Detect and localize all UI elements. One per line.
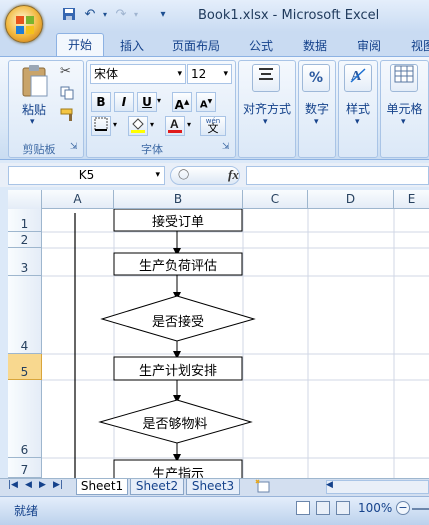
cut-icon[interactable]: ✂ [60, 64, 71, 79]
font-color-icon: A [168, 117, 182, 133]
flow-step-1-label: 接受订单 [151, 215, 204, 230]
zoom-slider[interactable] [412, 508, 429, 510]
customize-toolbar-icon[interactable]: ▾ [155, 7, 171, 23]
bold-button[interactable]: B [91, 92, 111, 112]
italic-button[interactable]: I [114, 92, 134, 112]
undo-dropdown-icon[interactable]: ▾ [97, 7, 113, 23]
clipboard-launcher-icon[interactable]: ⇲ [70, 142, 78, 152]
tab-view[interactable]: 视图 [404, 36, 429, 56]
svg-text:A: A [170, 117, 179, 131]
font-group-label: 字体 [141, 143, 163, 156]
tab-page-layout[interactable]: 页面布局 [165, 36, 227, 56]
styles-dropdown-icon[interactable]: ▾ [355, 117, 360, 127]
underline-button[interactable]: U [137, 92, 157, 112]
border-icon [94, 117, 108, 131]
fill-bucket-icon [131, 118, 145, 133]
chevron-down-icon: ▾ [177, 69, 182, 79]
shrink-font-button[interactable]: A▼ [196, 92, 216, 112]
paste-button[interactable]: 粘贴 [16, 101, 52, 118]
paste-dropdown-icon[interactable]: ▾ [30, 117, 35, 127]
font-launcher-icon[interactable]: ⇲ [222, 142, 230, 152]
redo-icon[interactable]: ↷ [113, 7, 129, 23]
sheet-tab-1[interactable]: Sheet1 [76, 479, 128, 495]
alignment-icon[interactable] [252, 64, 280, 92]
save-icon[interactable] [61, 7, 77, 23]
office-button[interactable] [5, 5, 43, 43]
underline-dropdown-icon[interactable]: ▾ [157, 96, 161, 105]
column-header-a[interactable]: A [42, 190, 114, 209]
prev-sheet-icon[interactable]: ◀ [25, 480, 32, 490]
tab-review[interactable]: 审阅 [350, 36, 388, 56]
office-logo-icon [16, 16, 34, 34]
fill-dropdown-icon[interactable]: ▾ [150, 120, 154, 129]
insert-function-icon[interactable]: fx [228, 167, 239, 183]
page-layout-view-icon[interactable] [316, 501, 330, 515]
chevron-down-icon: ▾ [155, 170, 160, 180]
font-size-value: 12 [191, 67, 207, 81]
zoom-out-icon[interactable]: − [396, 501, 410, 515]
window-title: Book1.xlsx - Microsoft Excel [198, 8, 380, 23]
normal-view-icon[interactable] [296, 501, 310, 515]
name-box-value: K5 [78, 168, 95, 182]
alignment-dropdown-icon[interactable]: ▾ [263, 117, 268, 127]
fill-color-button[interactable] [128, 116, 148, 136]
flow-step-3-label: 生产计划安排 [138, 364, 217, 379]
page-break-view-icon[interactable] [336, 501, 350, 515]
next-sheet-icon[interactable]: ▶ [39, 480, 46, 490]
expand-circle-icon[interactable]: ◯ [178, 169, 189, 180]
number-button[interactable]: 数字 [298, 100, 336, 117]
flowchart-canvas [74, 209, 256, 478]
name-box[interactable]: K5 ▾ [8, 166, 165, 185]
select-all-corner[interactable] [8, 190, 42, 209]
font-size-select[interactable]: 12 ▾ [187, 64, 232, 84]
tab-insert[interactable]: 插入 [112, 36, 152, 56]
alignment-button[interactable]: 对齐方式 [238, 100, 296, 117]
first-sheet-icon[interactable]: |◀ [8, 480, 18, 490]
flow-decision-2-label: 是否够物料 [142, 417, 208, 432]
redo-dropdown-icon[interactable]: ▾ [128, 7, 144, 23]
copy-icon[interactable] [60, 86, 74, 100]
format-painter-icon[interactable] [60, 108, 76, 122]
font-color-dropdown-icon[interactable]: ▾ [187, 120, 191, 129]
column-header-b[interactable]: B [114, 190, 243, 209]
border-dropdown-icon[interactable]: ▾ [113, 120, 117, 129]
number-dropdown-icon[interactable]: ▾ [314, 117, 319, 127]
clipboard-group-label: 剪贴板 [22, 143, 56, 156]
sheet-tab-2[interactable]: Sheet2 [130, 479, 184, 495]
font-name-value: 宋体 [94, 67, 119, 81]
last-sheet-icon[interactable]: ▶| [53, 480, 63, 490]
styles-button[interactable]: 样式 [338, 100, 378, 117]
cells-icon[interactable] [390, 64, 418, 92]
cells-button[interactable]: 单元格 [380, 100, 429, 117]
column-header-c[interactable]: C [243, 190, 308, 209]
cells-dropdown-icon[interactable]: ▾ [401, 117, 406, 127]
horizontal-scrollbar[interactable] [326, 480, 429, 494]
border-button[interactable] [91, 116, 111, 136]
insert-sheet-icon[interactable] [254, 479, 272, 494]
column-header-e[interactable]: E [394, 190, 429, 209]
tab-data[interactable]: 数据 [296, 36, 334, 56]
phonetic-button[interactable]: wén 文 [200, 116, 226, 136]
scroll-left-icon[interactable]: ◀ [326, 480, 333, 490]
flow-decision-1-label: 是否接受 [151, 315, 204, 330]
flow-step-2-label: 生产负荷评估 [138, 259, 217, 274]
styles-icon[interactable]: A [344, 64, 372, 92]
tab-home[interactable]: 开始 [56, 33, 104, 57]
chevron-down-icon: ▾ [223, 69, 228, 79]
grow-font-button[interactable]: A▲ [172, 92, 192, 112]
column-header-d[interactable]: D [308, 190, 394, 209]
font-color-button[interactable]: A [165, 116, 185, 136]
percent-icon[interactable]: % [302, 64, 330, 92]
status-ready: 就绪 [14, 504, 39, 518]
font-name-select[interactable]: 宋体 ▾ [90, 64, 186, 84]
formula-input[interactable] [246, 166, 429, 185]
zoom-level[interactable]: 100% [358, 501, 392, 515]
sheet-tab-3[interactable]: Sheet3 [186, 479, 240, 495]
paste-icon[interactable] [20, 64, 50, 98]
tab-formulas[interactable]: 公式 [243, 36, 279, 56]
undo-icon[interactable]: ↶ [82, 7, 98, 23]
